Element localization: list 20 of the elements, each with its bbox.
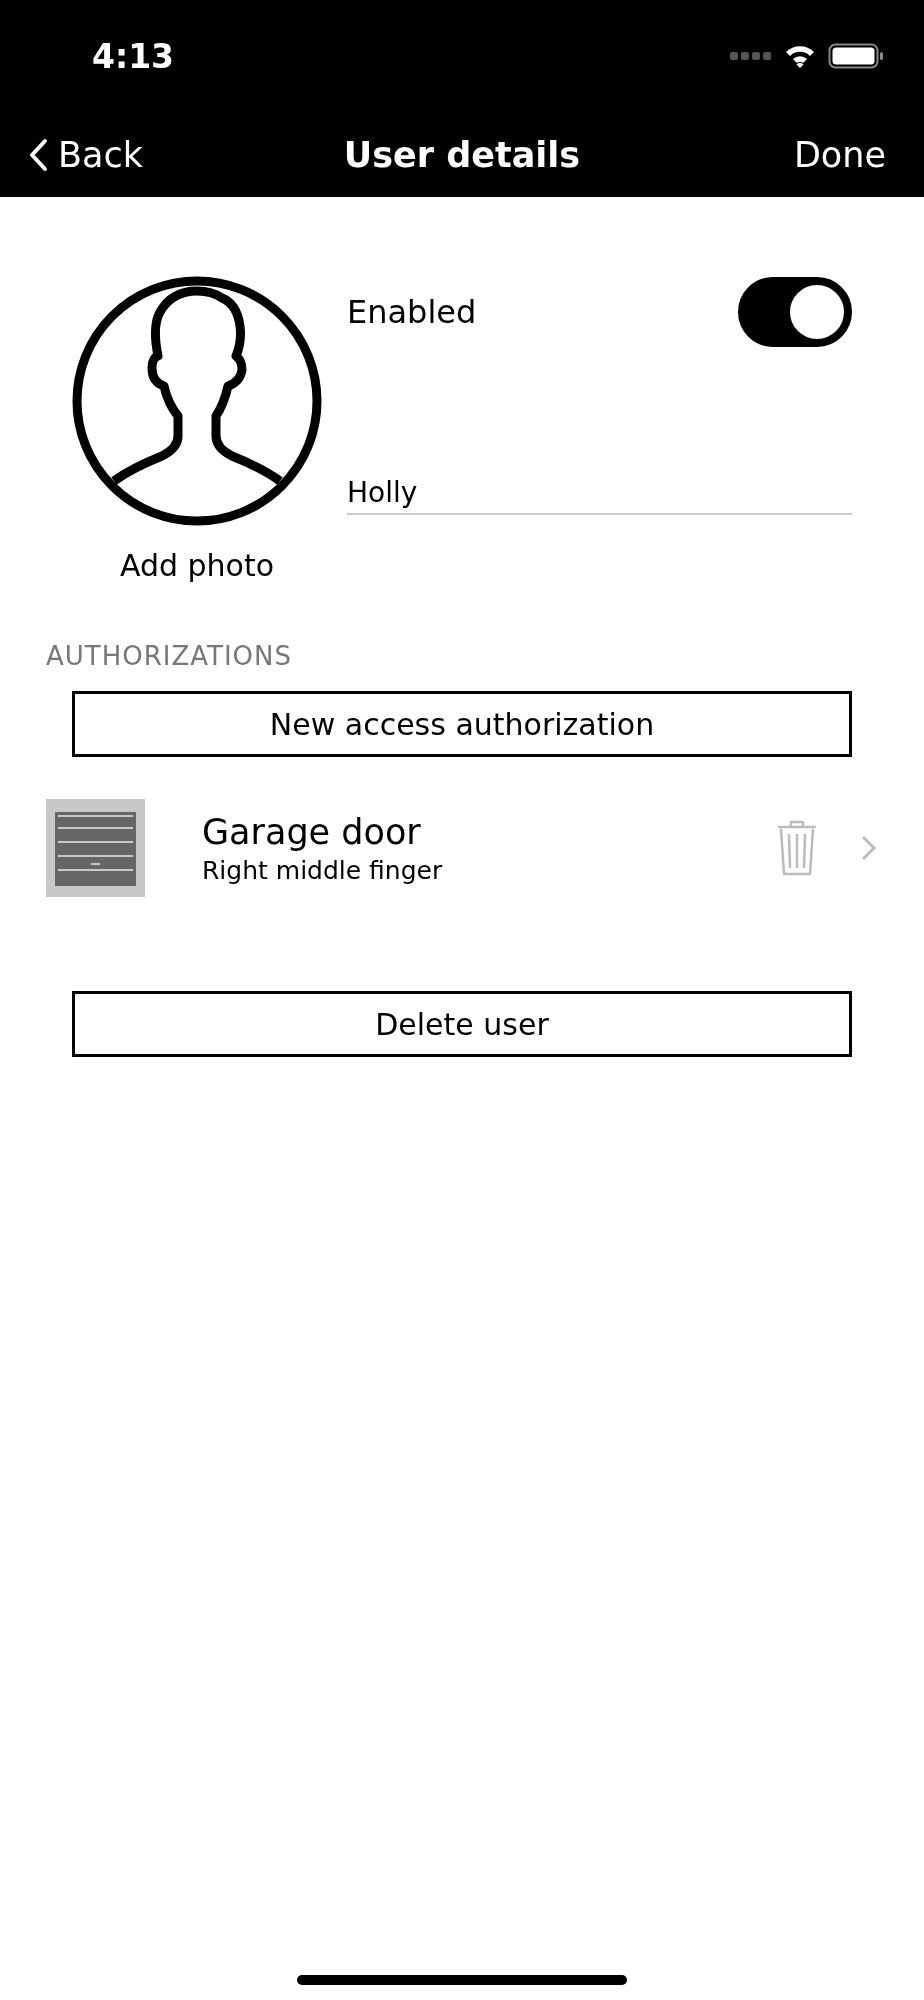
section-header: AUTHORIZATIONS (46, 641, 293, 671)
authorization-subtitle: Right middle finger (202, 855, 444, 885)
screen-title: User details (343, 134, 581, 175)
status-time: 4:13 (92, 36, 175, 76)
done-button[interactable]: Done (793, 134, 886, 175)
delete-user-button[interactable]: Delete user (72, 991, 852, 1057)
name-field[interactable]: Holly (347, 476, 852, 515)
avatar-placeholder-icon[interactable] (72, 276, 322, 526)
wifi-icon (784, 44, 816, 68)
enabled-label: Enabled (347, 293, 477, 331)
signal-icon (730, 51, 772, 61)
chevron-right-icon (862, 836, 876, 860)
authorization-title: Garage door (202, 811, 422, 852)
garage-door-icon (46, 799, 145, 897)
battery-icon (828, 43, 884, 69)
back-button[interactable]: Back (28, 134, 143, 175)
new-authorization-button[interactable]: New access authorization (72, 691, 852, 757)
chevron-left-icon (28, 137, 48, 172)
add-photo-label[interactable]: Add photo (119, 548, 275, 583)
authorization-row[interactable]: Garage door Right middle finger (46, 799, 876, 897)
